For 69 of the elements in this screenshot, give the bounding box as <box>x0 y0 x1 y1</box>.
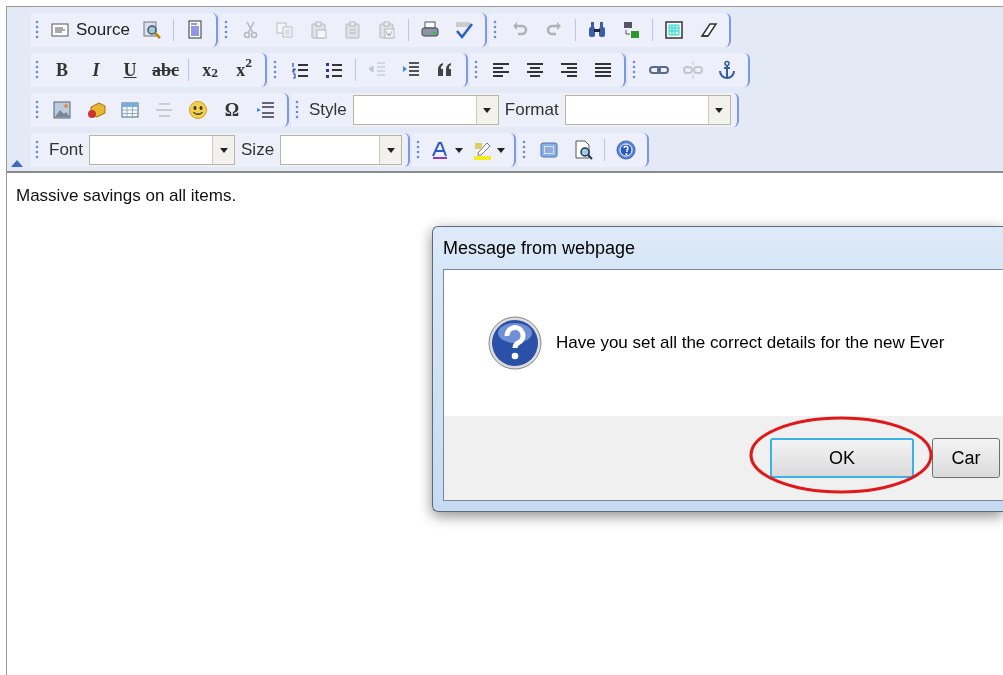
format-button[interactable]: B <box>47 56 77 84</box>
smiley-icon <box>188 100 208 120</box>
dialog-title: Message from webpage <box>443 236 636 260</box>
document-icon <box>50 20 70 40</box>
help-icon <box>616 140 637 160</box>
caret-icon <box>497 147 506 153</box>
grip-icon[interactable] <box>35 140 39 160</box>
box-icon <box>86 100 106 120</box>
clipboard-icon <box>342 20 363 40</box>
dropdown-field[interactable] <box>280 135 403 165</box>
format-button[interactable]: x$_{2}$ <box>195 56 225 84</box>
grip-icon[interactable] <box>35 60 39 80</box>
unlink-icon <box>683 60 703 80</box>
page-break-icon <box>256 100 276 120</box>
grid-icon <box>663 20 684 40</box>
caret-icon <box>455 147 464 153</box>
dialog-button[interactable]: Car <box>932 438 1000 478</box>
grip-icon[interactable] <box>35 20 39 40</box>
anchor-icon <box>717 60 737 80</box>
editor-text: Massive savings on all items. <box>16 185 238 207</box>
align-left-icon <box>491 60 511 80</box>
caret-icon <box>715 107 724 113</box>
align-center-icon <box>525 60 545 80</box>
grip-icon[interactable] <box>273 60 277 80</box>
dialog-message: Have you set all the correct details for the new Ever <box>556 332 945 355</box>
grip-icon[interactable] <box>416 140 421 160</box>
combo-label: Format <box>504 99 559 122</box>
combo-label: Font <box>49 139 84 162</box>
grip-icon[interactable] <box>474 60 478 80</box>
table-icon <box>120 100 140 120</box>
collapse-toolbar-button[interactable] <box>11 160 23 168</box>
caret-icon <box>483 107 492 113</box>
clipboard-icon <box>376 20 397 40</box>
grip-icon[interactable] <box>632 60 636 80</box>
caret-icon <box>386 147 395 153</box>
grip-icon[interactable] <box>522 140 527 160</box>
justify-icon <box>593 60 613 80</box>
grip-icon[interactable] <box>492 20 497 40</box>
format-button[interactable]: x$^{2}$ <box>229 56 259 84</box>
image-icon <box>52 100 72 120</box>
copy-icon <box>274 20 295 40</box>
highlighter-icon <box>473 140 494 160</box>
grip-icon[interactable] <box>223 20 228 40</box>
dropdown-field[interactable] <box>89 135 236 165</box>
grip-icon[interactable] <box>295 100 299 120</box>
grip-icon[interactable] <box>35 100 39 120</box>
combo-label: Size <box>241 139 275 162</box>
numbered-list-icon <box>290 60 310 80</box>
binoculars-icon <box>586 20 607 40</box>
format-button[interactable]: U <box>115 56 145 84</box>
format-button[interactable]: I <box>81 56 111 84</box>
triangle-icon <box>11 160 23 167</box>
dropdown-field[interactable] <box>352 95 499 125</box>
bullet-list-icon <box>324 60 344 80</box>
format-button[interactable]: Ω <box>217 96 247 124</box>
horizontal-rule-icon <box>154 100 174 120</box>
magnifier-icon <box>141 20 162 40</box>
document-search-icon <box>573 140 594 160</box>
clipboard-icon <box>308 20 329 40</box>
dropdown-field[interactable] <box>564 95 731 125</box>
checkmark-icon <box>453 20 474 40</box>
printer-icon <box>419 20 440 40</box>
caret-icon <box>219 147 228 153</box>
format-button[interactable]: abc <box>149 56 182 84</box>
question-icon <box>488 316 542 370</box>
dialog-button[interactable]: OK <box>770 438 914 478</box>
align-right-icon <box>559 60 579 80</box>
maximize-icon <box>539 140 560 160</box>
combo-label: Style <box>309 99 347 122</box>
